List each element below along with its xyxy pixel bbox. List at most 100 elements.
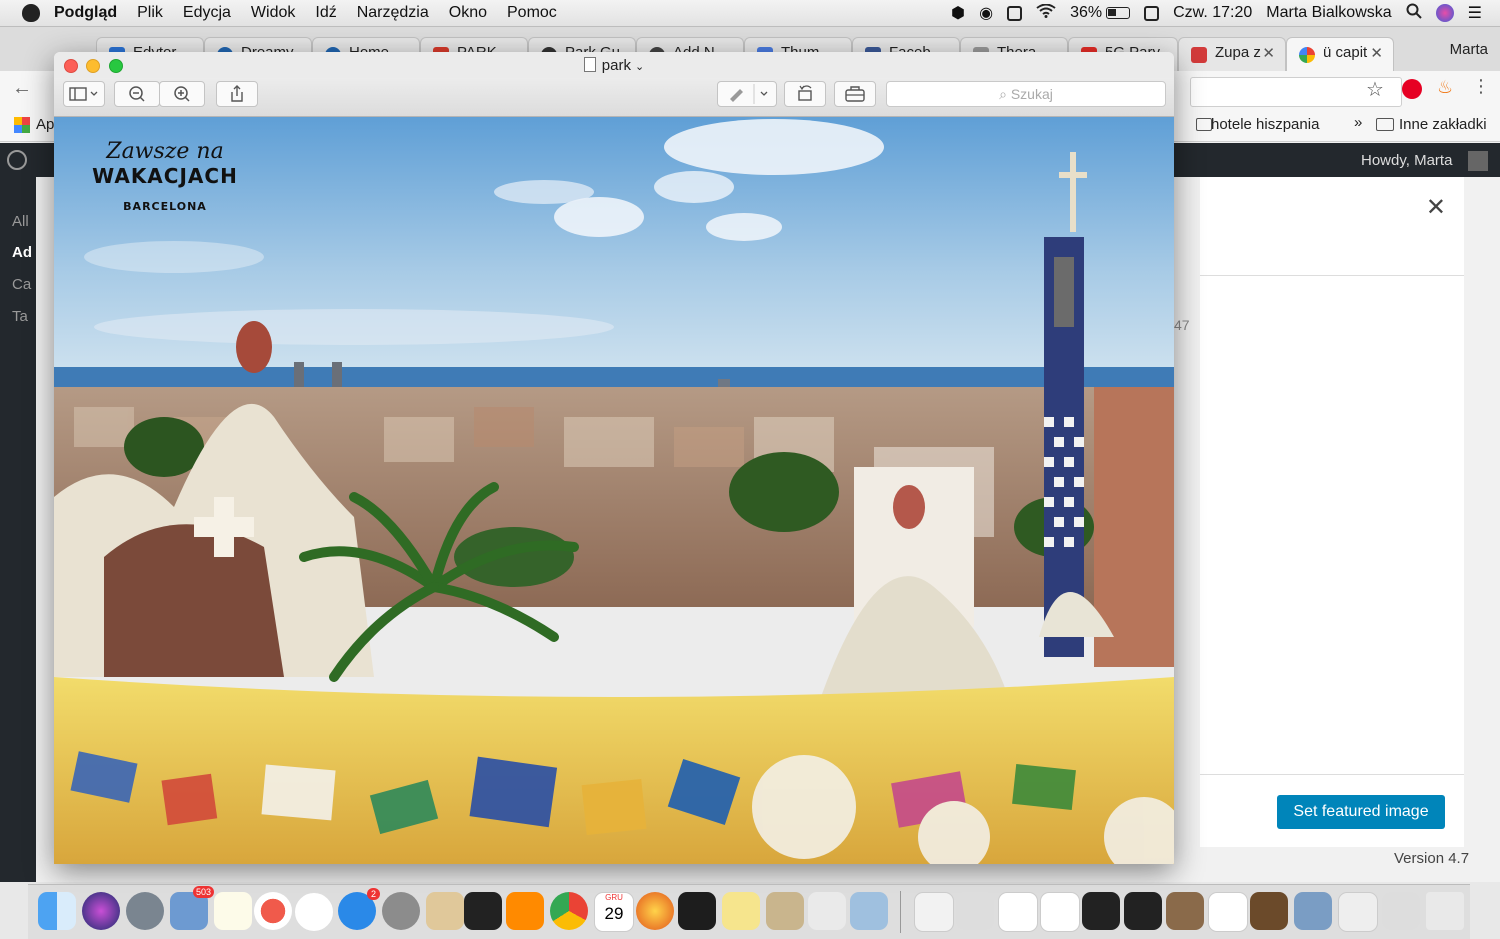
mail-icon[interactable]: 503 (170, 886, 214, 930)
wifi-scanner-icon[interactable] (464, 892, 502, 930)
preview-icon[interactable] (850, 892, 888, 930)
tab-close-icon[interactable]: ✕ (1370, 44, 1383, 62)
wp-howdy[interactable]: Howdy, Marta (1361, 152, 1452, 169)
screenshot-file-icon[interactable] (1208, 892, 1248, 932)
stickies-icon[interactable] (722, 892, 760, 930)
document-title[interactable]: park (602, 57, 631, 74)
fire-extension-icon[interactable]: ♨ (1437, 77, 1453, 98)
airdrop-icon[interactable]: ◉ (979, 3, 993, 23)
sidebar-toggle-button[interactable] (63, 81, 105, 107)
screenshot-file-icon[interactable] (1124, 892, 1162, 930)
calculator-icon[interactable] (766, 892, 804, 930)
bookmark-apps[interactable]: Ap (36, 116, 54, 133)
wordpress-logo-icon[interactable] (7, 150, 27, 170)
minimize-window-button[interactable] (86, 59, 100, 73)
wp-side-label[interactable]: Ad (12, 244, 32, 261)
screenshot-file-icon[interactable] (1294, 892, 1332, 930)
battery-icon[interactable] (1106, 7, 1131, 19)
rotate-button[interactable] (784, 81, 826, 107)
chevron-down-icon[interactable]: ⌄ (635, 61, 644, 73)
zoom-out-button[interactable] (114, 81, 160, 107)
apple-menu-icon[interactable] (22, 4, 40, 22)
menu-item-plik[interactable]: Plik (137, 4, 163, 22)
bookmark-star-icon[interactable]: ☆ (1366, 77, 1384, 102)
wp-side-label[interactable]: Ta (12, 308, 28, 325)
mushroom-dome (236, 321, 272, 373)
menu-item-okno[interactable]: Okno (449, 4, 487, 22)
zoom-in-button[interactable] (159, 81, 205, 107)
chrome-icon[interactable] (550, 892, 588, 930)
apps-grid-icon[interactable] (14, 117, 30, 133)
screenshot-file-icon[interactable] (1082, 892, 1120, 930)
avatar[interactable] (1468, 151, 1488, 171)
activity-monitor-icon[interactable] (678, 892, 716, 930)
close-icon[interactable]: ✕ (1426, 193, 1446, 222)
vlc-icon[interactable] (506, 892, 544, 930)
tab-close-icon[interactable]: ✕ (1262, 44, 1275, 62)
logo-brand: WAKACJACH (92, 164, 238, 188)
readkit-icon[interactable] (254, 892, 292, 930)
back-arrow-icon[interactable]: ← (12, 77, 32, 100)
textedit-icon[interactable] (808, 892, 846, 930)
flame-app-icon[interactable] (636, 892, 674, 930)
shield-status-icon[interactable]: ⬢ (951, 3, 965, 23)
menu-app-name[interactable]: Podgląd (54, 4, 117, 22)
close-window-button[interactable] (64, 59, 78, 73)
search-field[interactable]: ⌕ Szukaj (886, 81, 1166, 107)
tab-zupa[interactable]: Zupa z ✕ (1178, 37, 1286, 71)
bookmark-hotele-hiszpania[interactable]: hotele hiszpania (1211, 116, 1319, 133)
menu-item-pomoc[interactable]: Pomoc (507, 4, 557, 22)
wp-side-label[interactable]: Ca (12, 276, 31, 293)
pinterest-extension-icon[interactable] (1402, 79, 1422, 99)
clock[interactable]: Czw. 17:20 (1173, 4, 1252, 22)
rotate-icon (798, 85, 812, 101)
pen-icon (730, 84, 768, 104)
siri-icon[interactable] (82, 892, 120, 930)
zoom-in-icon (174, 86, 190, 102)
screenshot-file-icon[interactable] (998, 892, 1038, 932)
finder-icon[interactable] (38, 892, 76, 930)
user-name[interactable]: Marta Bialkowska (1266, 4, 1391, 22)
menu-item-idz[interactable]: Idź (315, 4, 336, 22)
bookmark-other[interactable]: Inne zakładki (1399, 116, 1487, 133)
screenshot-file-icon[interactable] (1040, 892, 1080, 932)
bookmarks-overflow-chevron[interactable]: » (1354, 114, 1362, 131)
menu-item-edycja[interactable]: Edycja (183, 4, 231, 22)
markup-pen-button[interactable] (717, 81, 777, 107)
share-button[interactable] (216, 81, 258, 107)
notification-center-icon[interactable]: ☰ (1468, 3, 1482, 23)
chrome-profile-button[interactable]: Marta (1450, 41, 1488, 58)
screenshot-file-icon[interactable] (956, 892, 994, 930)
photo-app-icon[interactable] (426, 892, 464, 930)
zoom-window-button[interactable] (109, 59, 123, 73)
input-source-icon[interactable] (1144, 5, 1160, 21)
tab-google[interactable]: ü capit ✕ (1286, 37, 1394, 71)
notes-icon[interactable] (214, 892, 252, 930)
screenshot-file-icon[interactable] (1166, 892, 1204, 930)
menu-item-widok[interactable]: Widok (251, 4, 295, 22)
menu-item-narzedzia[interactable]: Narzędzia (357, 4, 429, 22)
launchpad-icon[interactable] (126, 892, 164, 930)
app-store-icon[interactable]: 2 (338, 888, 380, 930)
itunes-icon[interactable] (294, 892, 334, 932)
siri-icon[interactable] (1435, 4, 1454, 22)
screenshot-file-icon[interactable] (1382, 892, 1420, 930)
tab-favicon-icon (1191, 47, 1207, 63)
trash-icon[interactable] (1426, 892, 1464, 930)
system-preferences-icon[interactable] (382, 892, 420, 930)
screenshot-file-icon[interactable] (1250, 892, 1288, 930)
chrome-menu-icon[interactable]: ⋮ (1472, 76, 1490, 97)
screen-mirroring-icon[interactable] (1007, 5, 1023, 21)
google-favicon-icon (1299, 47, 1315, 63)
screenshot-file-icon[interactable] (1338, 892, 1378, 932)
mail-badge: 503 (192, 886, 214, 898)
wp-side-label[interactable]: All (12, 213, 29, 230)
zip-file-icon[interactable] (914, 892, 954, 932)
battery-percent[interactable]: 36% (1070, 4, 1102, 22)
spotlight-search-icon[interactable] (1406, 3, 1422, 24)
app-store-badge: 2 (366, 888, 380, 900)
wifi-icon[interactable] (1036, 3, 1056, 23)
set-featured-image-button[interactable]: Set featured image (1277, 795, 1445, 829)
toolbox-button[interactable] (834, 81, 876, 107)
calendar-icon[interactable]: GRU 29 (594, 892, 634, 932)
